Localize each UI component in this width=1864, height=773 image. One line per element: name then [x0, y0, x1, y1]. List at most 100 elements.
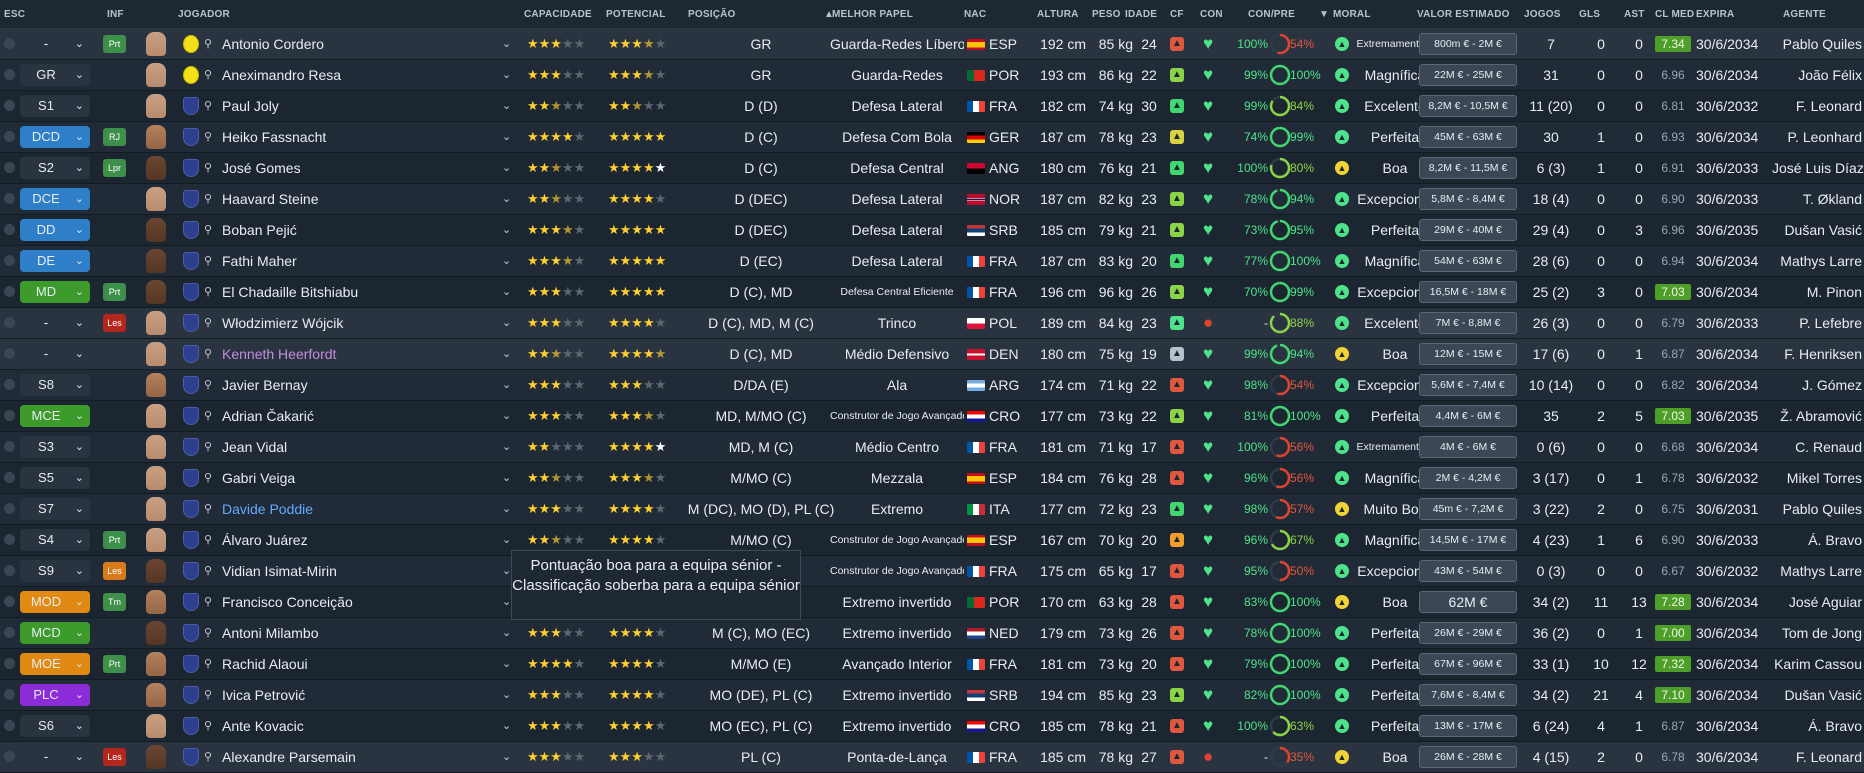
- selection-dropdown[interactable]: MD ⌄: [20, 281, 90, 303]
- col-ast[interactable]: AST: [1624, 9, 1645, 20]
- player-name[interactable]: Kenneth Heerfordt: [222, 339, 512, 369]
- selection-dropdown[interactable]: MCE ⌄: [20, 405, 90, 427]
- chevron-down-icon[interactable]: ⌄: [502, 742, 514, 772]
- player-name[interactable]: Alexandre Parsemain: [222, 742, 512, 772]
- table-row[interactable]: - ⌄ ⚲ Kenneth Heerfordt ⌄ ★★★★★ ★★★★★ D (C), MD…: [0, 339, 1864, 370]
- col-melhor-papel[interactable]: MELHOR PAPEL: [832, 9, 913, 20]
- player-name[interactable]: Heiko Fassnacht: [222, 122, 512, 152]
- info-badge[interactable]: Prt: [103, 283, 126, 301]
- table-row[interactable]: DCD ⌄ RJ ⚲ Heiko Fassnacht ⌄ ★★★★★ ★★★★★ D (C) De…: [0, 122, 1864, 153]
- select-checkbox[interactable]: [4, 215, 18, 245]
- selection-dropdown[interactable]: - ⌄: [20, 33, 90, 55]
- chevron-down-icon[interactable]: ⌄: [502, 649, 514, 679]
- player-name[interactable]: Haavard Steine: [222, 184, 512, 214]
- selection-dropdown[interactable]: MOE ⌄: [20, 653, 90, 675]
- player-name[interactable]: Adrian Čakarić: [222, 401, 512, 431]
- chevron-down-icon[interactable]: ⌄: [502, 463, 514, 493]
- estimated-value[interactable]: 5,8M € - 8,4M €: [1419, 188, 1517, 210]
- table-row[interactable]: MOE ⌄ Prt ⚲ Rachid Alaoui ⌄ ★★★★★ ★★★★★ M/MO (E)…: [0, 649, 1864, 680]
- estimated-value[interactable]: 12M € - 15M €: [1419, 343, 1517, 365]
- estimated-value[interactable]: 43M € - 54M €: [1419, 560, 1517, 582]
- select-checkbox[interactable]: [4, 60, 18, 90]
- player-name[interactable]: José Gomes: [222, 153, 512, 183]
- selection-dropdown[interactable]: DE ⌄: [20, 250, 90, 272]
- col-gls[interactable]: GLS: [1579, 9, 1600, 20]
- selection-dropdown[interactable]: S6 ⌄: [20, 715, 90, 737]
- select-checkbox[interactable]: [4, 742, 18, 772]
- chevron-down-icon[interactable]: ⌄: [502, 401, 514, 431]
- table-row[interactable]: MD ⌄ Prt ⚲ El Chadaille Bitshiabu ⌄ ★★★★★ ★★★★★…: [0, 277, 1864, 308]
- info-badge[interactable]: Prt: [103, 531, 126, 549]
- selection-dropdown[interactable]: - ⌄: [20, 343, 90, 365]
- player-name[interactable]: Aneximandro Resa: [222, 60, 512, 90]
- info-badge[interactable]: RJ: [103, 128, 126, 146]
- chevron-down-icon[interactable]: ⌄: [502, 246, 514, 276]
- col-expira[interactable]: EXPIRA: [1696, 9, 1734, 20]
- chevron-down-icon[interactable]: ⌄: [502, 91, 514, 121]
- select-checkbox[interactable]: [4, 29, 18, 59]
- select-checkbox[interactable]: [4, 649, 18, 679]
- chevron-down-icon[interactable]: ⌄: [502, 618, 514, 648]
- table-row[interactable]: S7 ⌄ ⚲ Davide Poddie ⌄ ★★★★★ ★★★★★ M (DC), MO (…: [0, 494, 1864, 525]
- estimated-value[interactable]: 22M € - 25M €: [1419, 64, 1517, 86]
- estimated-value[interactable]: 8,2M € - 10,5M €: [1419, 95, 1517, 117]
- select-checkbox[interactable]: [4, 711, 18, 741]
- selection-dropdown[interactable]: DCD ⌄: [20, 126, 90, 148]
- estimated-value[interactable]: 16,5M € - 18M €: [1419, 281, 1517, 303]
- col-idade[interactable]: IDADE: [1125, 9, 1157, 20]
- selection-dropdown[interactable]: S8 ⌄: [20, 374, 90, 396]
- estimated-value[interactable]: 62M €: [1419, 591, 1517, 613]
- table-row[interactable]: S6 ⌄ ⚲ Ante Kovacic ⌄ ★★★★★ ★★★★★ MO (EC), PL (…: [0, 711, 1864, 742]
- table-row[interactable]: S3 ⌄ ⚲ Jean Vidal ⌄ ★★★★★ ★★★★★ MD, M (C) Médio …: [0, 432, 1864, 463]
- selection-dropdown[interactable]: GR ⌄: [20, 64, 90, 86]
- select-checkbox[interactable]: [4, 91, 18, 121]
- player-name[interactable]: Rachid Alaoui: [222, 649, 512, 679]
- col-clmed[interactable]: CL MED: [1655, 9, 1694, 20]
- estimated-value[interactable]: 67M € - 96M €: [1419, 653, 1517, 675]
- col-inf[interactable]: INF: [107, 9, 124, 20]
- info-badge[interactable]: Lpr: [103, 159, 126, 177]
- table-row[interactable]: S8 ⌄ ⚲ Javier Bernay ⌄ ★★★★★ ★★★★★ D/DA (E) Ala A…: [0, 370, 1864, 401]
- player-name[interactable]: Francisco Conceição: [222, 587, 512, 617]
- chevron-down-icon[interactable]: ⌄: [502, 184, 514, 214]
- selection-dropdown[interactable]: PLC ⌄: [20, 684, 90, 706]
- player-name[interactable]: Álvaro Juárez: [222, 525, 512, 555]
- table-row[interactable]: - ⌄ Prt ⚲ Antonio Cordero ⌄ ★★★★★ ★★★★★ GR Guarda…: [0, 29, 1864, 60]
- estimated-value[interactable]: 13M € - 17M €: [1419, 715, 1517, 737]
- col-agente[interactable]: AGENTE: [1783, 9, 1826, 20]
- select-checkbox[interactable]: [4, 122, 18, 152]
- selection-dropdown[interactable]: MOD ⌄: [20, 591, 90, 613]
- col-potencial[interactable]: POTENCIAL: [606, 9, 666, 20]
- selection-dropdown[interactable]: S7 ⌄: [20, 498, 90, 520]
- select-checkbox[interactable]: [4, 525, 18, 555]
- estimated-value[interactable]: 4,4M € - 6M €: [1419, 405, 1517, 427]
- estimated-value[interactable]: 2M € - 4,2M €: [1419, 467, 1517, 489]
- selection-dropdown[interactable]: MCD ⌄: [20, 622, 90, 644]
- selection-dropdown[interactable]: S2 ⌄: [20, 157, 90, 179]
- table-row[interactable]: - ⌄ Les ⚲ Włodzimierz Wójcik ⌄ ★★★★★ ★★★★★ D (C)…: [0, 308, 1864, 339]
- estimated-value[interactable]: 54M € - 63M €: [1419, 250, 1517, 272]
- chevron-down-icon[interactable]: ⌄: [502, 432, 514, 462]
- chevron-down-icon[interactable]: ⌄: [502, 370, 514, 400]
- info-badge[interactable]: Prt: [103, 35, 126, 53]
- col-capacidade[interactable]: CAPACIDADE: [524, 9, 592, 20]
- col-esc[interactable]: ESC: [4, 9, 25, 20]
- table-row[interactable]: MOD⌄Tm⚲Francisco Conceição⌄★★★★★★★★★★MO …: [0, 587, 1864, 618]
- select-checkbox[interactable]: [4, 680, 18, 710]
- player-name[interactable]: Vidian Isimat-Mirin: [222, 556, 512, 586]
- chevron-down-icon[interactable]: ⌄: [502, 711, 514, 741]
- selection-dropdown[interactable]: - ⌄: [20, 746, 90, 768]
- table-row[interactable]: DCE ⌄ ⚲ Haavard Steine ⌄ ★★★★★ ★★★★★ D (DEC) Def…: [0, 184, 1864, 215]
- table-row[interactable]: MCE ⌄ ⚲ Adrian Čakarić ⌄ ★★★★★ ★★★★★ MD, M/MO (…: [0, 401, 1864, 432]
- chevron-down-icon[interactable]: ⌄: [502, 153, 514, 183]
- player-name[interactable]: Fathi Maher: [222, 246, 512, 276]
- chevron-down-icon[interactable]: ⌄: [502, 29, 514, 59]
- select-checkbox[interactable]: [4, 401, 18, 431]
- chevron-down-icon[interactable]: ⌄: [502, 122, 514, 152]
- chevron-down-icon[interactable]: ⌄: [502, 215, 514, 245]
- info-badge[interactable]: Tm: [103, 593, 126, 611]
- select-checkbox[interactable]: [4, 494, 18, 524]
- chevron-down-icon[interactable]: ⌄: [502, 680, 514, 710]
- estimated-value[interactable]: 45m € - 7,2M €: [1419, 498, 1517, 520]
- select-checkbox[interactable]: [4, 277, 18, 307]
